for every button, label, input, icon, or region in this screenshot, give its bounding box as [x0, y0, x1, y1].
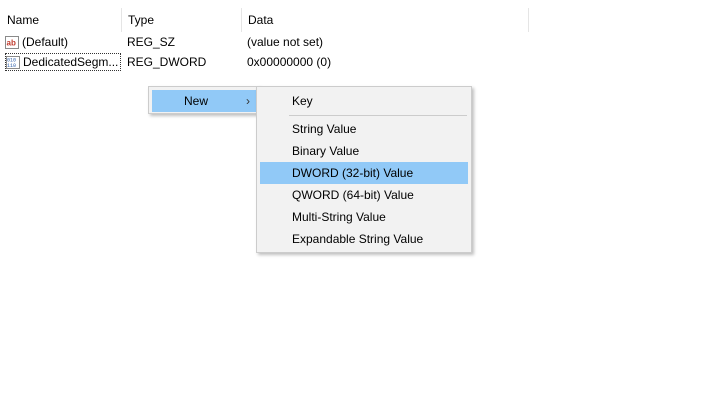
menu-item-label: Binary Value [292, 144, 360, 158]
value-type: REG_DWORD [127, 55, 207, 69]
menu-item-label: Multi-String Value [292, 210, 386, 224]
column-header-name[interactable]: Name [0, 8, 121, 32]
column-header-data[interactable]: Data [241, 8, 528, 32]
selected-focus-outline: 010 110 DedicatedSegm... [5, 53, 121, 71]
menu-item-label: QWORD (64-bit) Value [292, 188, 414, 202]
value-name-cell: 010 110 DedicatedSegm... [5, 52, 121, 72]
column-header-name-label: Name [7, 13, 40, 27]
menu-item-qword-value[interactable]: QWORD (64-bit) Value [260, 184, 468, 206]
menu-item-dword-value[interactable]: DWORD (32-bit) Value [260, 162, 468, 184]
menu-item-label: DWORD (32-bit) Value [292, 166, 414, 180]
value-data: 0x00000000 (0) [247, 55, 332, 69]
value-type: REG_SZ [127, 35, 176, 49]
menu-item-expandable-string-value[interactable]: Expandable String Value [260, 228, 468, 250]
menu-item-key[interactable]: Key [260, 90, 468, 112]
column-header-type[interactable]: Type [121, 8, 241, 32]
menu-item-label: Expandable String Value [292, 232, 424, 246]
new-submenu: Key String Value Binary Value DWORD (32-… [256, 86, 472, 253]
value-name: DedicatedSegm... [23, 55, 119, 69]
binary-value-icon: 010 110 [6, 55, 20, 69]
menu-separator [289, 115, 467, 116]
column-header-data-label: Data [248, 13, 274, 27]
string-value-icon: ab [5, 35, 19, 49]
menu-item-string-value[interactable]: String Value [260, 118, 468, 140]
table-row[interactable]: ab (Default) REG_SZ (value not set) [0, 32, 528, 52]
column-header-type-label: Type [128, 13, 155, 27]
value-name-cell: ab (Default) [5, 32, 121, 52]
menu-item-binary-value[interactable]: Binary Value [260, 140, 468, 162]
menu-item-label: New [184, 94, 209, 108]
value-name: (Default) [22, 35, 69, 49]
table-row[interactable]: 010 110 DedicatedSegm... REG_DWORD 0x000… [0, 52, 528, 72]
value-data: (value not set) [247, 35, 324, 49]
svg-text:110: 110 [7, 63, 16, 69]
menu-item-multi-string-value[interactable]: Multi-String Value [260, 206, 468, 228]
menu-item-new[interactable]: New › [152, 90, 256, 112]
menu-item-label: Key [292, 94, 313, 108]
context-menu: New › [148, 86, 260, 114]
svg-text:ab: ab [7, 38, 16, 47]
menu-item-label: String Value [292, 122, 357, 136]
column-divider[interactable] [528, 8, 529, 32]
chevron-right-icon: › [246, 94, 250, 108]
